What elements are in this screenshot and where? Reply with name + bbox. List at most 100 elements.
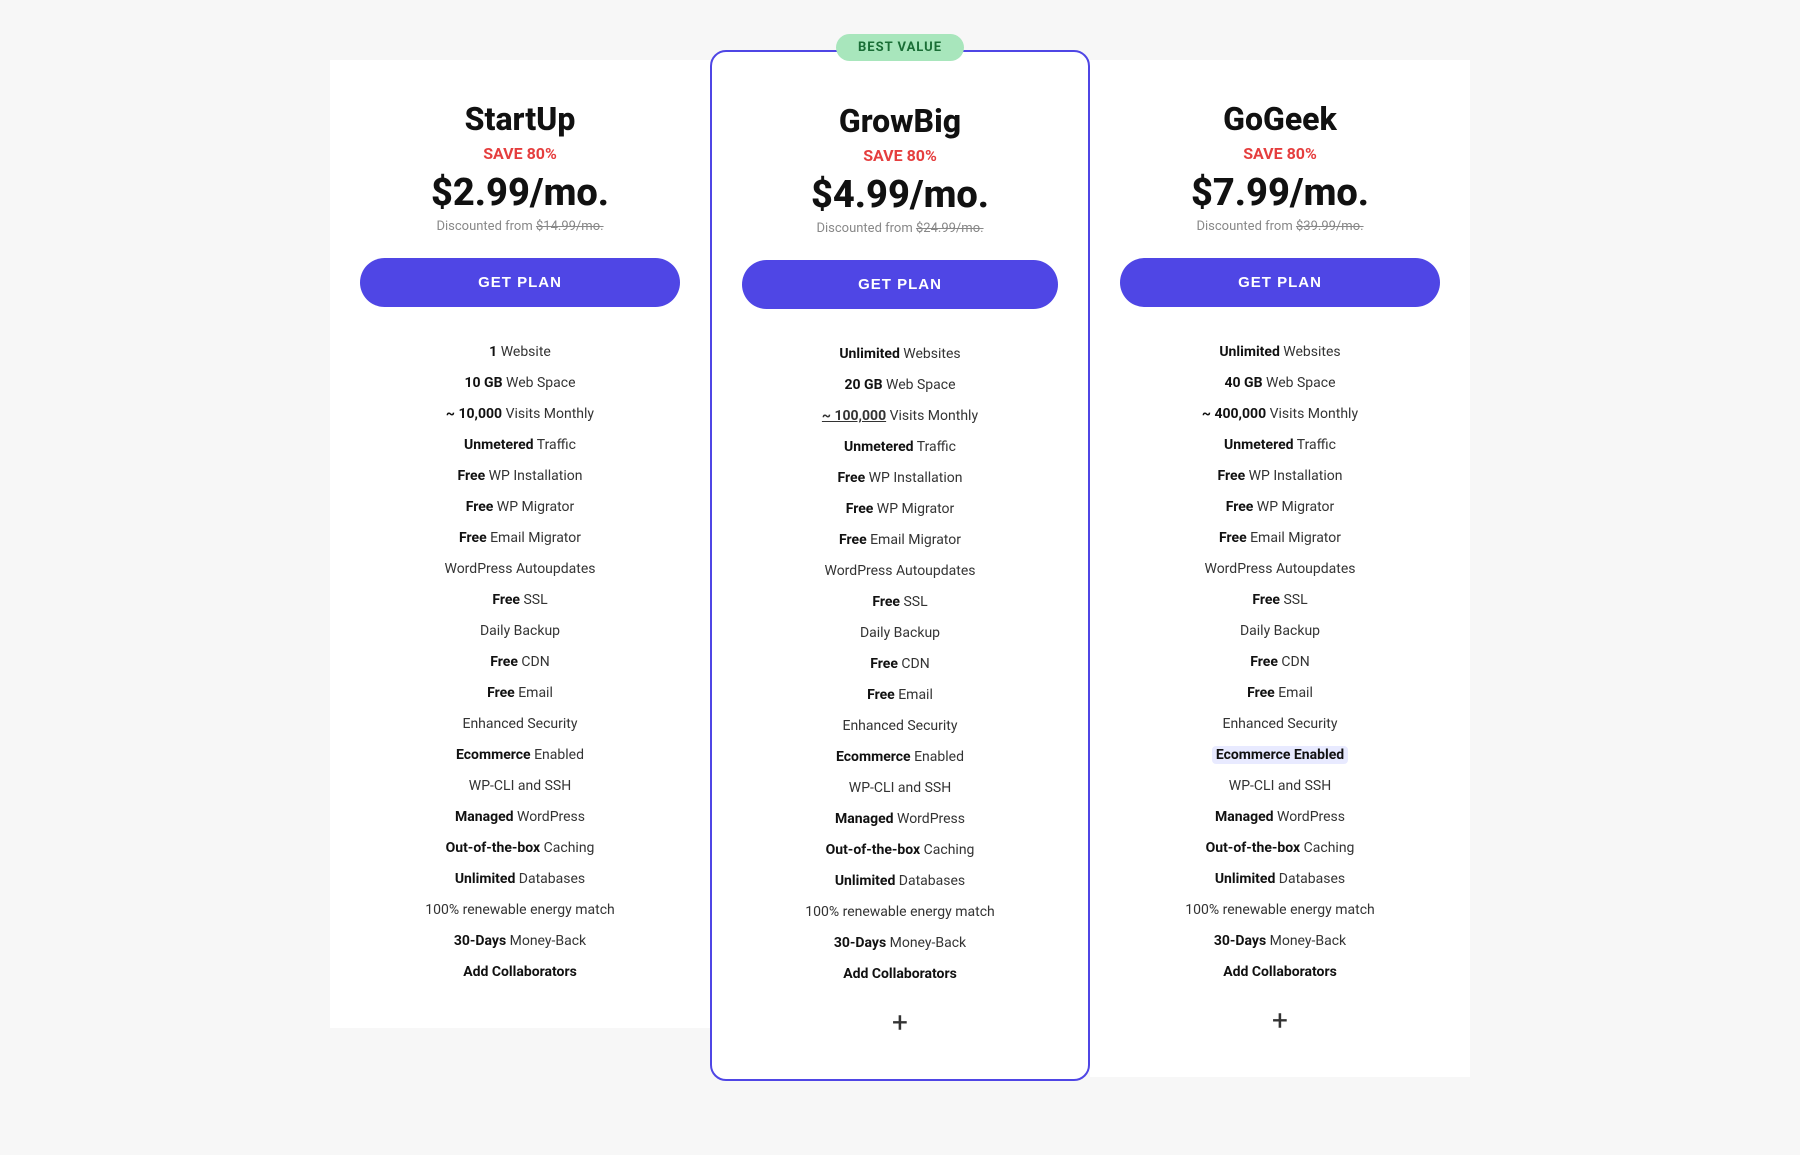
feature-text-17: Databases (1275, 871, 1345, 887)
feature-item: Unlimited Databases (360, 864, 680, 895)
feature-text-17: Databases (895, 873, 965, 889)
feature-text-19: Money-Back (506, 933, 586, 949)
feature-item: Free WP Migrator (1120, 492, 1440, 523)
feature-item: Managed WordPress (1120, 802, 1440, 833)
feature-bold-2: ~ 400,000 (1202, 406, 1266, 422)
feature-text-15: WordPress (1274, 809, 1346, 825)
feature-bold-13: Ecommerce (836, 749, 911, 765)
get-plan-button-gogeek[interactable]: GET PLAN (1120, 258, 1440, 307)
feature-text-2: Visits Monthly (502, 406, 594, 422)
feature-item: Free WP Installation (1120, 461, 1440, 492)
feature-item: Daily Backup (360, 616, 680, 647)
feature-text-14: WP-CLI and SSH (469, 778, 571, 794)
feature-item: Unmetered Traffic (1120, 430, 1440, 461)
feature-text-18: 100% renewable energy match (1185, 902, 1375, 918)
feature-text-3: Traffic (914, 439, 956, 455)
feature-item: Enhanced Security (360, 709, 680, 740)
feature-text-0: Websites (900, 346, 961, 362)
feature-item: ~ 400,000 Visits Monthly (1120, 399, 1440, 430)
feature-text-8: SSL (1280, 592, 1308, 608)
feature-item: Managed WordPress (742, 804, 1058, 835)
feature-bold-4: Free (458, 468, 486, 484)
feature-item: WordPress Autoupdates (1120, 554, 1440, 585)
feature-item: Add Collaborators (1120, 957, 1440, 988)
plan-price-gogeek: $7.99/mo. (1120, 171, 1440, 215)
save-badge-growbig: SAVE 80% (742, 146, 1058, 165)
feature-item: Free CDN (360, 647, 680, 678)
feature-item: 40 GB Web Space (1120, 368, 1440, 399)
feature-text-14: WP-CLI and SSH (849, 780, 951, 796)
feature-item: Free WP Installation (742, 463, 1058, 494)
feature-bold-19: 30-Days (834, 935, 886, 951)
plus-icon: + (1120, 1004, 1440, 1037)
feature-item: WordPress Autoupdates (360, 554, 680, 585)
plan-card-startup: StartUpSAVE 80%$2.99/mo.Discounted from … (330, 60, 710, 1028)
get-plan-button-growbig[interactable]: GET PLAN (742, 260, 1058, 309)
feature-bold-11: Free (1247, 685, 1275, 701)
feature-text-11: Email (895, 687, 933, 703)
feature-bold-6: Free (1219, 530, 1247, 546)
feature-text-10: CDN (518, 654, 550, 670)
feature-item: Daily Backup (1120, 616, 1440, 647)
feature-text-16: Caching (1300, 840, 1354, 856)
feature-item: Out-of-the-box Caching (360, 833, 680, 864)
feature-item: Free WP Migrator (742, 494, 1058, 525)
feature-item: Free SSL (1120, 585, 1440, 616)
feature-text-8: SSL (900, 594, 928, 610)
feature-text-13: Enabled (531, 747, 584, 763)
feature-text-7: WordPress Autoupdates (1204, 561, 1355, 577)
feature-text-12: Enhanced Security (842, 718, 957, 734)
feature-text-1: Web Space (1263, 375, 1336, 391)
feature-bold-17: Unlimited (1215, 871, 1276, 887)
feature-bold-4: Free (1218, 468, 1246, 484)
feature-item: ~ 10,000 Visits Monthly (360, 399, 680, 430)
feature-text-17: Databases (515, 871, 585, 887)
plan-name-gogeek: GoGeek (1120, 100, 1440, 138)
feature-text-6: Email Migrator (867, 532, 961, 548)
feature-bold-3: Unmetered (844, 439, 914, 455)
feature-bold-15: Managed (835, 811, 894, 827)
plan-card-gogeek: GoGeekSAVE 80%$7.99/mo.Discounted from $… (1090, 60, 1470, 1077)
feature-item: 30-Days Money-Back (1120, 926, 1440, 957)
feature-item: 30-Days Money-Back (742, 928, 1058, 959)
feature-item: Free Email Migrator (742, 525, 1058, 556)
feature-bold-0: 1 (489, 344, 497, 360)
feature-item: Free SSL (742, 587, 1058, 618)
feature-item: Free CDN (742, 649, 1058, 680)
feature-item: 30-Days Money-Back (360, 926, 680, 957)
feature-bold-17: Unlimited (455, 871, 516, 887)
feature-text-5: WP Migrator (873, 501, 954, 517)
feature-text-14: WP-CLI and SSH (1229, 778, 1331, 794)
feature-bold-10: Free (1250, 654, 1278, 670)
feature-item: Free Email (742, 680, 1058, 711)
feature-item: 100% renewable energy match (742, 897, 1058, 928)
feature-item: Unmetered Traffic (360, 430, 680, 461)
feature-text-1: Web Space (503, 375, 576, 391)
feature-item: 20 GB Web Space (742, 370, 1058, 401)
plan-name-growbig: GrowBig (742, 102, 1058, 140)
feature-item: Free Email (360, 678, 680, 709)
feature-text-19: Money-Back (886, 935, 966, 951)
feature-bold-1: 40 GB (1224, 375, 1262, 391)
feature-bold-6: Free (839, 532, 867, 548)
feature-text-4: WP Installation (485, 468, 582, 484)
feature-item: Managed WordPress (360, 802, 680, 833)
feature-text-13: Enabled (911, 749, 964, 765)
feature-bold-19: 30-Days (1214, 933, 1266, 949)
feature-bold-6: Free (459, 530, 487, 546)
feature-bold-0: Unlimited (839, 346, 900, 362)
plus-icon: + (742, 1006, 1058, 1039)
feature-bold-5: Free (466, 499, 494, 515)
feature-text: Visits Monthly (886, 408, 978, 424)
feature-bold-8: Free (1252, 592, 1280, 608)
feature-item: Add Collaborators (360, 957, 680, 988)
feature-bold-16: Out-of-the-box (1206, 840, 1301, 856)
feature-bold-8: Free (872, 594, 900, 610)
get-plan-button-startup[interactable]: GET PLAN (360, 258, 680, 307)
feature-bold-5: Free (1226, 499, 1254, 515)
feature-item: Unlimited Databases (742, 866, 1058, 897)
plan-card-growbig: BEST VALUEGrowBigSAVE 80%$4.99/mo.Discou… (710, 50, 1090, 1081)
feature-text-18: 100% renewable energy match (805, 904, 995, 920)
plan-price-growbig: $4.99/mo. (742, 173, 1058, 217)
feature-item: WordPress Autoupdates (742, 556, 1058, 587)
